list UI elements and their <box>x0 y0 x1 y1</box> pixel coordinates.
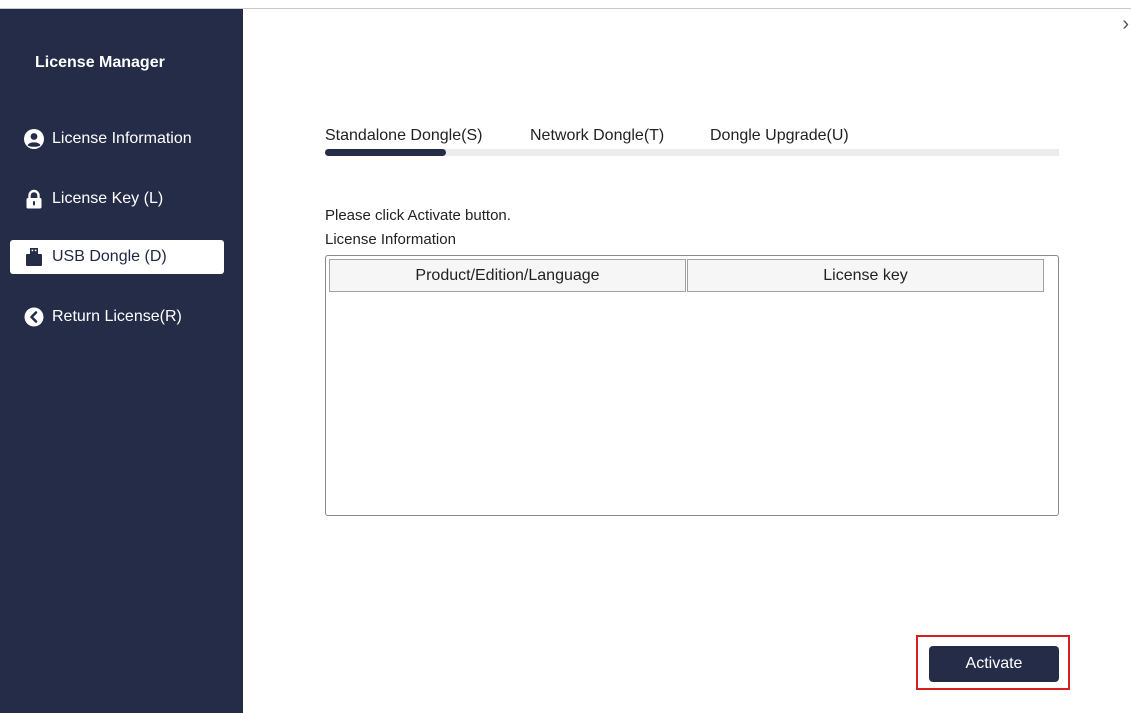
sidebar-item-license-information[interactable]: License Information <box>10 122 224 156</box>
dongle-tabs: Standalone Dongle(S) Network Dongle(T) D… <box>325 127 1059 157</box>
app-title: License Manager <box>35 54 165 71</box>
tab-network-dongle[interactable]: Network Dongle(T) <box>530 127 664 145</box>
activate-button[interactable]: Activate <box>929 646 1059 682</box>
sidebar: License Manager License Information Lice… <box>0 9 243 713</box>
license-information-label: License Information <box>325 231 456 248</box>
tab-dongle-upgrade[interactable]: Dongle Upgrade(U) <box>710 127 849 145</box>
active-tab-indicator <box>325 149 446 156</box>
user-circle-icon <box>24 129 44 149</box>
sidebar-item-label: License Key (L) <box>52 190 164 207</box>
usb-dongle-icon <box>24 247 44 267</box>
sidebar-item-label: Return License(R) <box>52 308 182 325</box>
lock-icon <box>24 189 44 209</box>
sidebar-item-return-license[interactable]: Return License(R) <box>10 300 224 334</box>
sidebar-item-license-key[interactable]: License Key (L) <box>10 182 224 216</box>
tab-standalone-dongle[interactable]: Standalone Dongle(S) <box>325 127 482 145</box>
instruction-text: Please click Activate button. <box>325 207 511 224</box>
column-header-license-key[interactable]: License key <box>687 259 1044 292</box>
sidebar-item-label: License Information <box>52 130 192 147</box>
sidebar-item-label: USB Dongle (D) <box>52 248 167 265</box>
sidebar-item-usb-dongle[interactable]: USB Dongle (D) <box>10 240 224 274</box>
back-arrow-circle-icon <box>24 307 44 327</box>
column-header-product[interactable]: Product/Edition/Language <box>329 259 686 292</box>
close-icon[interactable]: › <box>1122 14 1129 34</box>
license-table[interactable]: Product/Edition/Language License key <box>325 255 1059 516</box>
